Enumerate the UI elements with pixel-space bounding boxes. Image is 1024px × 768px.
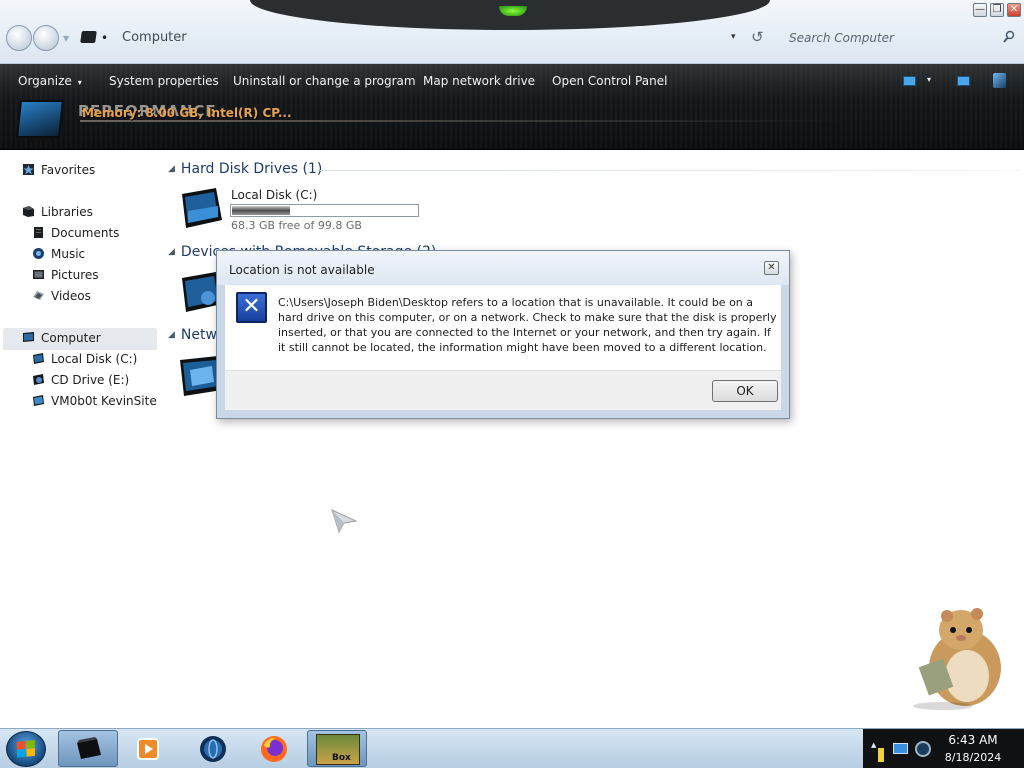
nav-label: Pictures <box>51 268 99 282</box>
windows-logo-icon <box>17 740 35 758</box>
nav-label: Computer <box>41 331 101 345</box>
taskbar-media-player-button[interactable] <box>118 730 178 767</box>
cd-drive-icon <box>33 374 44 385</box>
back-button[interactable] <box>6 25 32 51</box>
map-network-drive-button[interactable]: Map network drive <box>423 74 535 88</box>
network-drive-icon <box>33 395 44 406</box>
nav-item-libraries[interactable]: Libraries <box>0 202 150 222</box>
nav-label: Documents <box>51 226 120 240</box>
hamster-mascot-icon <box>913 608 1001 710</box>
collapse-triangle-icon: ◢ <box>168 330 175 340</box>
error-dialog: Location is not available ✕ ✕ C:\Users\J… <box>216 250 790 419</box>
nav-item-computer[interactable]: Computer <box>0 328 150 348</box>
preview-pane-icon[interactable] <box>957 76 970 86</box>
show-hidden-icons-button[interactable]: ▲ <box>871 741 876 749</box>
chevron-down-icon: ▾ <box>77 78 82 87</box>
nav-label: CD Drive (E:) <box>51 373 130 387</box>
dialog-title: Location is not available <box>229 263 375 277</box>
uninstall-program-button[interactable]: Uninstall or change a program <box>233 74 416 88</box>
system-info-text: Memory: 8.00 GB, Intel(R) CP... <box>82 106 292 120</box>
local-disk-label[interactable]: Local Disk (C:) <box>231 188 317 202</box>
refresh-button[interactable]: ↺ <box>751 28 764 46</box>
group-divider <box>320 170 1020 171</box>
libraries-icon <box>23 206 34 217</box>
ok-button[interactable]: OK <box>712 380 778 402</box>
nav-label: Videos <box>51 289 91 303</box>
dialog-footer: OK <box>225 370 781 410</box>
nav-label: Favorites <box>41 163 96 177</box>
close-window-button[interactable]: ✕ <box>1007 3 1021 17</box>
disk-usage-fill <box>232 206 291 215</box>
nav-label: Libraries <box>41 205 93 219</box>
search-input[interactable] <box>777 24 1023 52</box>
taskbar-explorer-button[interactable] <box>58 730 118 767</box>
taskbar-firefox-button[interactable] <box>244 730 304 767</box>
nav-item-documents[interactable]: Documents <box>0 223 150 243</box>
address-history-dropdown[interactable]: ▾ <box>731 32 736 42</box>
taskbar-box-app-button[interactable]: Box <box>307 730 367 767</box>
media-player-icon <box>137 738 159 760</box>
nav-label: Local Disk (C:) <box>51 352 138 366</box>
nav-label: VM0b0t KevinSite <box>51 394 157 408</box>
clock-date[interactable]: 8/18/2024 <box>940 751 1006 764</box>
restore-button[interactable]: ❐ <box>990 3 1004 17</box>
mouse-cursor-icon <box>331 509 358 534</box>
disk-usage-bar <box>230 204 419 217</box>
documents-icon <box>34 227 43 238</box>
favorites-star-icon <box>23 164 34 175</box>
volume-icon[interactable] <box>915 741 931 757</box>
organize-button[interactable]: Organize ▾ <box>18 74 82 88</box>
collapse-triangle-icon: ◢ <box>168 164 175 174</box>
system-properties-button[interactable]: System properties <box>109 74 219 88</box>
collapse-triangle-icon: ◢ <box>168 247 175 257</box>
change-view-icon[interactable] <box>903 76 916 86</box>
breadcrumb[interactable]: Computer <box>122 30 187 45</box>
group-header-hard-disks[interactable]: ◢ Hard Disk Drives (1) <box>168 161 322 177</box>
computer-icon <box>80 31 97 43</box>
action-center-flag-icon[interactable] <box>878 748 884 762</box>
videos-icon <box>33 291 44 300</box>
nav-item-local-disk[interactable]: Local Disk (C:) <box>0 349 150 369</box>
nav-item-pictures[interactable]: Pictures <box>0 265 150 285</box>
disk-free-space: 68.3 GB free of 99.8 GB <box>231 219 362 232</box>
dialog-titlebar[interactable]: Location is not available ✕ <box>217 251 789 285</box>
explorer-icon <box>77 737 101 759</box>
nav-item-videos[interactable]: Videos <box>0 286 150 306</box>
group-title: Hard Disk Drives (1) <box>180 161 323 177</box>
dialog-body: ✕ C:\Users\Joseph Biden\Desktop refers t… <box>225 285 781 370</box>
nav-item-network-share[interactable]: VM0b0t KevinSite <box>0 391 157 411</box>
pictures-icon <box>33 270 44 279</box>
nav-item-music[interactable]: Music <box>0 244 150 264</box>
view-options-dropdown[interactable]: ▾ <box>927 75 931 84</box>
clock-time[interactable]: 6:43 AM <box>940 733 1006 747</box>
dialog-close-button[interactable]: ✕ <box>764 261 779 275</box>
breadcrumb-separator[interactable]: • <box>101 31 108 45</box>
minimize-button[interactable]: — <box>973 3 987 17</box>
recent-pages-dropdown-icon[interactable]: ▼ <box>63 34 69 43</box>
music-icon <box>33 248 44 259</box>
box-app-label: Box <box>332 753 351 763</box>
local-disk-drive-icon[interactable] <box>178 186 224 230</box>
hard-drive-icon <box>33 353 44 364</box>
network-status-icon[interactable] <box>893 743 908 754</box>
monitor-stand <box>30 138 52 142</box>
error-icon: ✕ <box>236 292 267 323</box>
monitor-icon <box>16 100 64 138</box>
taskbar-browser-button[interactable] <box>183 730 243 767</box>
nav-label: Music <box>51 247 86 261</box>
header-divider <box>80 120 840 122</box>
globe-icon <box>200 736 226 762</box>
computer-icon <box>23 332 34 342</box>
nav-item-favorites[interactable]: Favorites <box>0 160 150 180</box>
help-icon[interactable] <box>993 73 1006 88</box>
nav-item-cd-drive[interactable]: CD Drive (E:) <box>0 370 150 390</box>
organize-label: Organize <box>18 74 72 88</box>
forward-button[interactable] <box>33 25 59 51</box>
search-icon[interactable] <box>1003 30 1015 44</box>
dialog-message: C:\Users\Joseph Biden\Desktop refers to … <box>278 296 777 354</box>
firefox-icon <box>261 736 287 762</box>
open-control-panel-button[interactable]: Open Control Panel <box>552 74 667 88</box>
